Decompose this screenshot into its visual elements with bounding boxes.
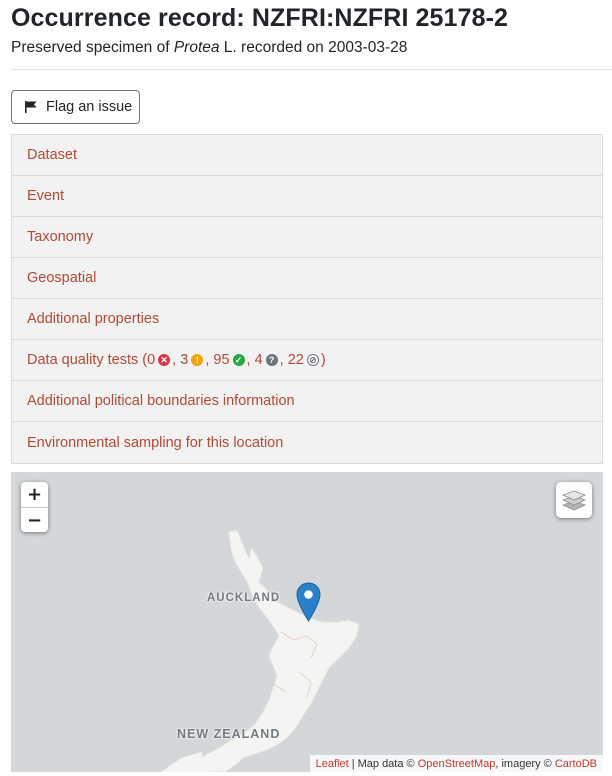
page-subtitle: Preserved specimen of Protea L. recorded… (11, 39, 407, 57)
map-marker-icon[interactable] (296, 582, 321, 622)
zoom-in-button[interactable]: + (21, 482, 48, 507)
question-icon: ? (265, 354, 278, 366)
map-zoom-control: + − (21, 482, 48, 532)
section-label: Geospatial (27, 270, 97, 286)
subtitle-suffix: recorded on (236, 39, 329, 56)
dq-separator: , (279, 352, 288, 368)
subtitle-prefix: Preserved specimen of (11, 39, 174, 56)
section-label: Additional properties (27, 311, 160, 327)
page-title: Occurrence record: NZFRI:NZFRI 25178-2 (11, 4, 509, 32)
warning-icon: ! (191, 354, 204, 366)
dq-not-applicable-count: 22 (287, 352, 304, 368)
layers-button[interactable] (556, 482, 592, 518)
section-label: Environmental sampling for this location (27, 434, 284, 451)
layers-icon (561, 490, 587, 511)
attribution-imagery: , imagery © (495, 757, 555, 770)
section-label: Taxonomy (27, 229, 94, 245)
section-environmental-sampling[interactable]: Environmental sampling for this location (12, 422, 602, 463)
openstreetmap-link[interactable]: OpenStreetMap (418, 758, 496, 770)
occurrence-map[interactable]: AUCKLAND NEW ZEALAND + − Leaflet | Map d… (11, 472, 603, 772)
flag-issue-label: Flag an issue (46, 99, 133, 115)
recorded-date: 2003-03-28 (328, 39, 408, 56)
map-label-auckland: AUCKLAND (207, 592, 281, 604)
record-sections: Dataset Event Taxonomy Geospatial Additi… (11, 134, 603, 464)
dq-unknown-count: 4 (254, 352, 263, 368)
occurrence-record-page: Occurrence record: NZFRI:NZFRI 25178-2 P… (0, 0, 612, 776)
flag-icon (24, 100, 38, 114)
zoom-out-button[interactable]: − (21, 507, 48, 532)
section-data-quality-tests[interactable]: Data quality tests (0 ✕, 3!, 95 ✓, 4?, 22 ⊘… (12, 340, 602, 381)
new-zealand-landmass (161, 529, 360, 772)
not-applicable-icon: ⊘ (306, 354, 319, 366)
section-label: Dataset (27, 147, 77, 163)
section-label: Event (27, 188, 65, 204)
taxon-name: Protea (173, 39, 220, 56)
taxon-author: L. (219, 39, 237, 56)
dq-failed-count: 0 (147, 352, 156, 368)
cartodb-link[interactable]: CartoDB (555, 758, 597, 770)
dq-separator: , (246, 352, 255, 368)
dq-separator: , (205, 352, 214, 368)
section-dataset[interactable]: Dataset (12, 135, 602, 176)
section-taxonomy[interactable]: Taxonomy (12, 217, 602, 258)
dq-passed-count: 95 (213, 352, 230, 368)
dq-open-paren: ( (138, 352, 148, 368)
error-icon: ✕ (158, 354, 171, 366)
flag-issue-button[interactable]: Flag an issue (11, 90, 140, 124)
section-label: Data quality tests (27, 352, 139, 368)
section-label: Additional political boundaries informat… (27, 393, 295, 409)
map-attribution: Leaflet | Map data © OpenStreetMap, imag… (309, 755, 603, 772)
dq-warning-count: 3 (180, 352, 189, 368)
section-political-boundaries[interactable]: Additional political boundaries informat… (12, 381, 602, 422)
check-icon: ✓ (232, 354, 245, 366)
attribution-sep: | Map data © (348, 757, 418, 770)
map-label-new-zealand: NEW ZEALAND (177, 727, 281, 741)
section-additional-properties[interactable]: Additional properties (12, 299, 602, 340)
section-event[interactable]: Event (12, 176, 602, 217)
dq-close-paren: ) (320, 352, 326, 368)
section-geospatial[interactable]: Geospatial (12, 258, 602, 299)
dq-separator: , (172, 352, 181, 368)
header-divider (11, 69, 612, 70)
leaflet-link[interactable]: Leaflet (316, 758, 349, 770)
